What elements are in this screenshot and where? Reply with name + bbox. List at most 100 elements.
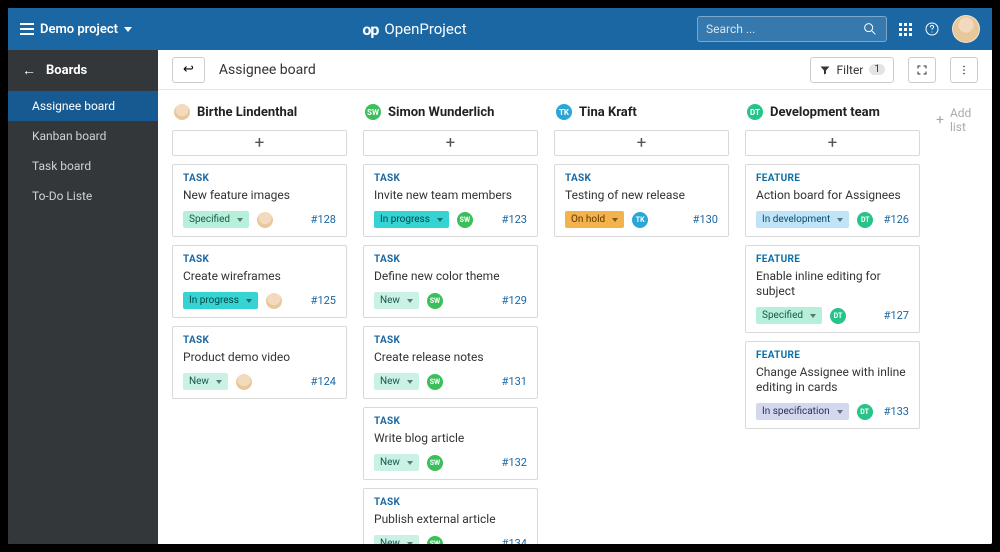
card-type: TASK <box>565 173 718 184</box>
help-icon[interactable] <box>924 21 940 37</box>
card-id[interactable]: #132 <box>502 456 527 469</box>
assignee-avatar[interactable]: DT <box>857 404 873 420</box>
card-id[interactable]: #127 <box>884 309 909 322</box>
status-chip[interactable]: In specification <box>756 403 849 420</box>
status-chip[interactable]: Specified <box>756 307 822 324</box>
card-id[interactable]: #130 <box>693 213 718 226</box>
chevron-down-icon <box>437 218 443 222</box>
card-type: TASK <box>374 416 527 427</box>
card-id[interactable]: #134 <box>502 537 527 544</box>
status-chip[interactable]: Specified <box>183 211 249 228</box>
logo-text: OpenProject <box>384 20 466 38</box>
assignee-avatar[interactable]: SW <box>427 536 443 545</box>
status-chip[interactable]: In progress <box>374 211 449 228</box>
status-chip[interactable]: New <box>374 292 419 309</box>
card-id[interactable]: #123 <box>502 213 527 226</box>
back-icon: ↩ <box>183 62 194 77</box>
apps-icon[interactable] <box>899 23 912 36</box>
column-header[interactable]: DTDevelopment team <box>745 104 920 122</box>
column-header[interactable]: SWSimon Wunderlich <box>363 104 538 122</box>
assignee-avatar[interactable]: DT <box>857 212 873 228</box>
board-back-button[interactable]: ↩ <box>172 57 205 83</box>
status-chip[interactable]: In progress <box>183 292 258 309</box>
work-package-card[interactable]: TASKNew feature imagesSpecified#128 <box>172 164 347 237</box>
work-package-card[interactable]: FEATUREAction board for AssigneesIn deve… <box>745 164 920 237</box>
status-chip[interactable]: New <box>374 535 419 544</box>
sidebar-item[interactable]: Task board <box>8 151 158 181</box>
status-chip[interactable]: New <box>374 454 419 471</box>
chevron-down-icon <box>407 542 413 545</box>
work-package-card[interactable]: TASKInvite new team membersIn progressSW… <box>363 164 538 237</box>
user-avatar[interactable] <box>952 15 980 43</box>
work-package-card[interactable]: FEATUREEnable inline editing for subject… <box>745 245 920 333</box>
card-type: FEATURE <box>756 173 909 184</box>
project-selector[interactable]: Demo project <box>20 22 132 37</box>
add-card-button[interactable]: + <box>745 130 920 156</box>
assignee-avatar[interactable]: SW <box>457 212 473 228</box>
column-header[interactable]: Birthe Lindenthal <box>172 104 347 122</box>
work-package-card[interactable]: TASKCreate release notesNewSW#131 <box>363 326 538 399</box>
fullscreen-button[interactable] <box>908 57 936 83</box>
logo[interactable]: op OpenProject <box>144 20 685 39</box>
back-arrow-icon: ← <box>22 62 36 79</box>
work-package-card[interactable]: TASKProduct demo videoNew#124 <box>172 326 347 399</box>
card-id[interactable]: #129 <box>502 294 527 307</box>
work-package-card[interactable]: TASKCreate wireframesIn progress#125 <box>172 245 347 318</box>
card-id[interactable]: #128 <box>311 213 336 226</box>
add-card-button[interactable]: + <box>172 130 347 156</box>
filter-button[interactable]: Filter 1 <box>810 57 894 83</box>
add-card-button[interactable]: + <box>363 130 538 156</box>
sidebar-item[interactable]: Kanban board <box>8 121 158 151</box>
status-chip[interactable]: New <box>374 373 419 390</box>
chevron-down-icon <box>837 218 843 222</box>
assignee-avatar: SW <box>365 104 381 120</box>
sidebar-heading[interactable]: ← Boards <box>8 50 158 91</box>
card-footer: New SW #129 <box>374 292 527 309</box>
assignee-avatar[interactable] <box>236 374 252 390</box>
status-chip[interactable]: In development <box>756 211 849 228</box>
topbar: Demo project op OpenProject <box>8 8 992 50</box>
plus-icon: + <box>936 112 944 128</box>
assignee-avatar <box>174 104 190 120</box>
work-package-card[interactable]: TASK Publish external article New SW #134 <box>363 488 538 544</box>
sidebar-item[interactable]: To-Do Liste <box>8 181 158 211</box>
status-chip[interactable]: New <box>183 373 228 390</box>
assignee-avatar[interactable]: DT <box>830 308 846 324</box>
sidebar-title: Boards <box>46 63 87 78</box>
add-card-button[interactable]: + <box>554 130 729 156</box>
assignee-avatar[interactable]: SW <box>427 293 443 309</box>
column-header[interactable]: TKTina Kraft <box>554 104 729 122</box>
work-package-card[interactable]: TASKTesting of new releaseOn holdTK#130 <box>554 164 729 237</box>
add-list-button[interactable]: +Add list <box>936 104 978 134</box>
work-package-card[interactable]: FEATUREChange Assignee with inline editi… <box>745 341 920 429</box>
card-id[interactable]: #133 <box>884 405 909 418</box>
search-input[interactable] <box>697 16 887 42</box>
board-columns: Birthe Lindenthal+TASKNew feature images… <box>158 90 992 544</box>
card-type: TASK <box>374 497 527 508</box>
search-field[interactable] <box>706 22 862 36</box>
assignee-avatar[interactable] <box>257 212 273 228</box>
chevron-down-icon <box>612 218 618 222</box>
card-id[interactable]: #124 <box>311 375 336 388</box>
project-name: Demo project <box>40 22 118 37</box>
chevron-down-icon <box>407 299 413 303</box>
sidebar-item[interactable]: Assignee board <box>8 91 158 121</box>
card-id[interactable]: #131 <box>502 375 527 388</box>
card-title: Publish external article <box>374 512 527 527</box>
assignee-avatar[interactable]: SW <box>427 374 443 390</box>
card-id[interactable]: #125 <box>311 294 336 307</box>
status-label: In progress <box>189 295 239 306</box>
work-package-card[interactable]: TASKDefine new color themeNewSW#129 <box>363 245 538 318</box>
card-footer: Specified DT #127 <box>756 307 909 324</box>
card-title: Define new color theme <box>374 269 527 284</box>
card-id[interactable]: #126 <box>884 213 909 226</box>
status-label: New <box>380 457 400 468</box>
status-chip[interactable]: On hold <box>565 211 624 228</box>
card-type: TASK <box>374 335 527 346</box>
assignee-avatar[interactable]: TK <box>632 212 648 228</box>
work-package-card[interactable]: TASKWrite blog articleNewSW#132 <box>363 407 538 480</box>
more-button[interactable] <box>950 57 978 83</box>
chevron-down-icon <box>810 314 816 318</box>
assignee-avatar[interactable]: SW <box>427 455 443 471</box>
assignee-avatar[interactable] <box>266 293 282 309</box>
